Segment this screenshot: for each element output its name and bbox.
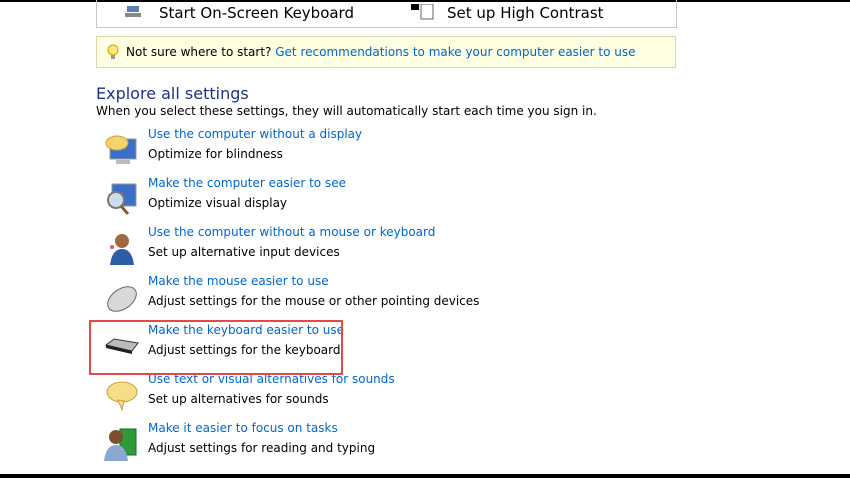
monitor-magnifier-icon [107,183,137,215]
easier-to-see-desc: Optimize visual display [148,196,288,210]
high-contrast-icon [411,4,434,20]
sound-alternatives-desc: Set up alternatives for sounds [148,392,329,406]
person-book-icon [104,428,137,461]
without-display-desc: Optimize for blindness [148,147,283,161]
quick-access-panel: Start On-Screen Keyboard Set up High Con… [96,0,677,28]
speech-bubble-icon [106,381,138,412]
lightbulb-icon [107,44,119,59]
without-mouse-keyboard-link[interactable]: Use the computer without a mouse or keyb… [148,224,435,240]
focus-tasks-desc: Adjust settings for reading and typing [148,441,376,455]
highlight-box [89,320,343,375]
setting-item-mouse: Make the mouse easier to use Adjust sett… [104,274,604,324]
start-on-screen-keyboard-link[interactable]: Start On-Screen Keyboard [159,4,354,22]
setting-item-focus: Make it easier to focus on tasks Adjust … [104,421,604,471]
mouse-easier-desc: Adjust settings for the mouse or other p… [148,294,480,308]
mouse-easier-link[interactable]: Make the mouse easier to use [148,273,329,289]
focus-tasks-link[interactable]: Make it easier to focus on tasks [148,420,338,436]
keyboard-monitor-icon [125,6,141,17]
explore-subtitle: When you select these settings, they wil… [96,104,597,118]
easier-to-see-link[interactable]: Make the computer easier to see [148,175,346,191]
setting-item-easier-to-see: Make the computer easier to see Optimize… [104,176,604,226]
get-recommendations-link[interactable]: Get recommendations to make your compute… [275,45,635,59]
tip-prefix: Not sure where to start? [126,45,272,59]
person-headset-icon [110,234,134,265]
recommendation-tip: Not sure where to start? Get recommendat… [96,36,676,68]
without-mouse-keyboard-desc: Set up alternative input devices [148,245,340,259]
explore-heading: Explore all settings [96,84,249,103]
without-display-link[interactable]: Use the computer without a display [148,126,362,142]
window-edge-bottom [0,474,850,478]
monitor-speech-icon [105,135,137,164]
setting-item-without-mouse-keyboard: Use the computer without a mouse or keyb… [104,225,604,275]
set-up-high-contrast-link[interactable]: Set up High Contrast [447,4,604,22]
mouse-icon [107,286,137,312]
setting-item-without-display: Use the computer without a display Optim… [104,127,604,177]
setting-item-sounds: Use text or visual alternatives for soun… [104,372,604,422]
